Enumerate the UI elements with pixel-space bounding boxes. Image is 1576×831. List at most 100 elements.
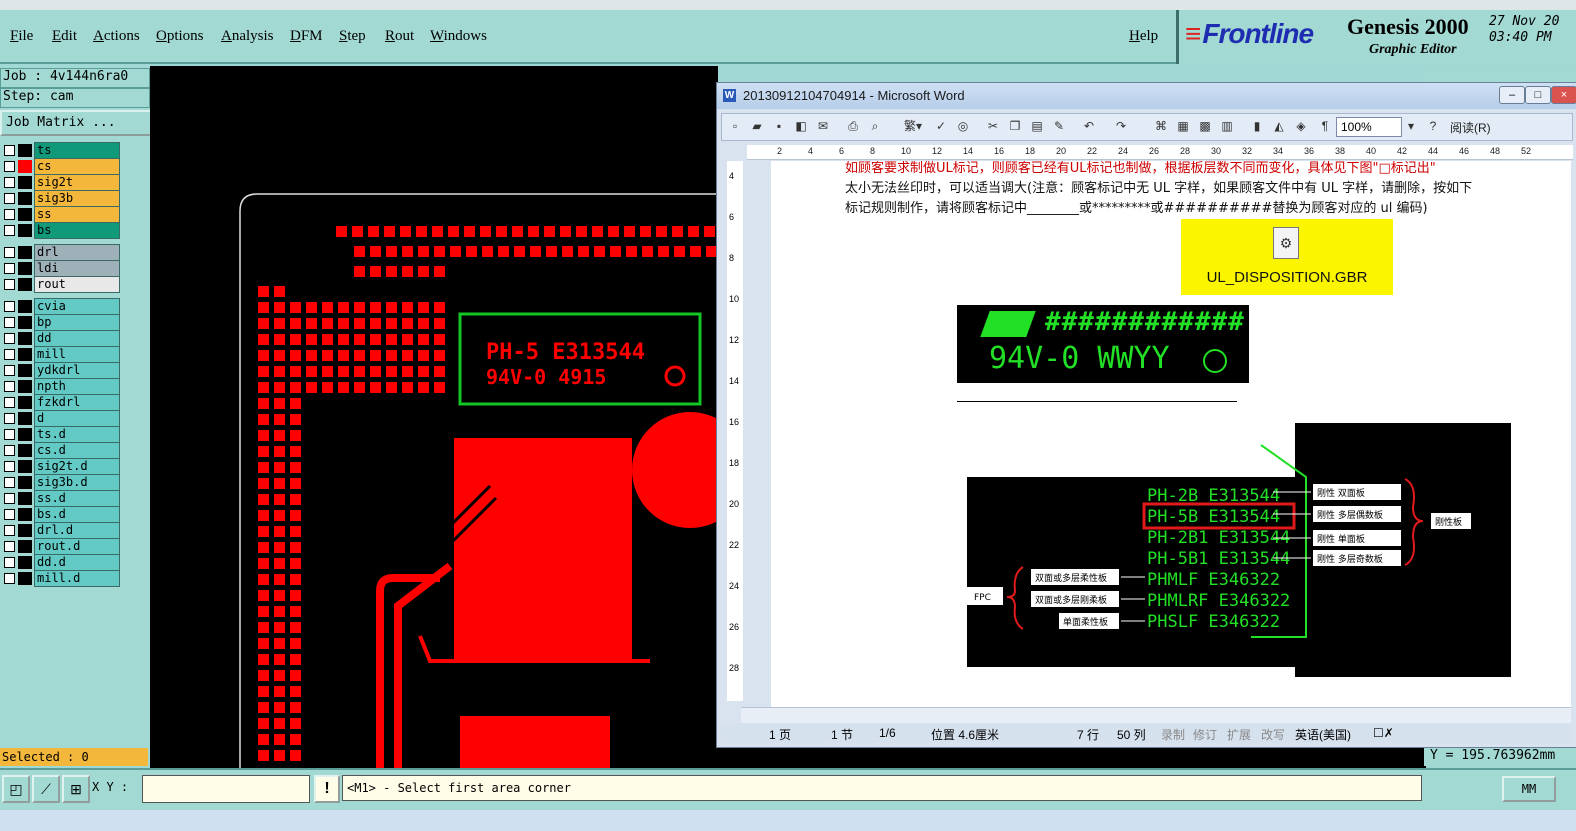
graphic-canvas[interactable]: PH-5 E313544 94V-0 4915 [150,66,718,768]
layer-checkbox[interactable] [4,301,15,312]
document-page[interactable]: 如顾客要求制做UL标记，则顾客已经有UL标记也制做，根据板层数不同而变化，具体见… [771,161,1571,707]
maximize-button[interactable]: □ [1525,86,1551,104]
permission-icon[interactable]: ◧ [794,119,808,133]
layer-color-swatch[interactable] [18,556,32,569]
spelling-status-icon[interactable]: ☐✗ [1373,726,1394,740]
layer-row-dd[interactable]: dd [0,330,124,347]
layer-name[interactable]: ydkdrl [34,362,120,379]
layer-row-ydkdrl[interactable]: ydkdrl [0,362,124,379]
help-icon[interactable]: ? [1426,119,1440,133]
save-icon[interactable]: ▪ [772,119,786,133]
layer-color-swatch[interactable] [18,492,32,505]
layer-row-ts[interactable]: ts [0,142,124,159]
cut-icon[interactable]: ✂ [986,119,1000,133]
hyperlink-icon[interactable]: ⌘ [1154,119,1168,133]
layer-checkbox[interactable] [4,477,15,488]
menu-rout[interactable]: Rout [385,28,414,45]
insert-excel-icon[interactable]: ▥ [1220,119,1234,133]
menu-edit[interactable]: Edit [52,28,77,45]
horizontal-scrollbar[interactable] [741,707,1571,724]
layer-color-swatch[interactable] [18,316,32,329]
layer-row-ss[interactable]: ss [0,206,124,223]
traditional-chinese-icon[interactable]: 繁▾ [898,119,928,133]
tables-borders-icon[interactable]: ▦ [1176,119,1190,133]
zoom-select[interactable]: 100% [1336,117,1402,137]
layer-color-swatch[interactable] [18,572,32,585]
layer-row-cs[interactable]: cs [0,158,124,175]
layer-color-swatch[interactable] [18,176,32,189]
print-preview-icon[interactable]: ⌕ [868,119,882,133]
document-map-icon[interactable]: ◈ [1294,119,1308,133]
menu-options[interactable]: Options [156,28,204,45]
layer-row-ss-d[interactable]: ss.d [0,490,124,507]
layer-row-fzkdrl[interactable]: fzkdrl [0,394,124,411]
layer-checkbox[interactable] [4,381,15,392]
horizontal-ruler[interactable]: 2 4 6 8 10 12 14 16 18 20 22 24 26 28 30 32 34 36 38 40 42 44… [747,145,1573,160]
menu-step[interactable]: Step [339,28,366,45]
layer-row-drl[interactable]: drl [0,244,124,261]
layer-color-swatch[interactable] [18,332,32,345]
zoom-dropdown-icon[interactable]: ▾ [1404,119,1418,133]
word-window[interactable]: W 20130912104704914 - Microsoft Word – □… [716,82,1576,748]
layer-name[interactable]: npth [34,378,120,395]
layer-checkbox[interactable] [4,445,15,456]
read-mode-button[interactable]: 阅读(R) [1450,119,1491,136]
word-titlebar[interactable]: W 20130912104704914 - Microsoft Word – □… [717,83,1576,109]
layer-row-ts-d[interactable]: ts.d [0,426,124,443]
layer-checkbox[interactable] [4,413,15,424]
redo-icon[interactable]: ↷ [1114,119,1128,133]
layer-name[interactable]: ss [34,206,120,223]
layer-name[interactable]: ts.d [34,426,120,443]
layer-row-d[interactable]: d [0,410,124,427]
minimize-button[interactable]: – [1499,86,1525,104]
layer-row-cs-d[interactable]: cs.d [0,442,124,459]
layer-name[interactable]: sig2t.d [34,458,120,475]
status-language[interactable]: 英语(美国) [1295,726,1351,743]
warning-icon[interactable]: ! [314,775,340,803]
layer-checkbox[interactable] [4,509,15,520]
status-ext[interactable]: 扩展 [1227,726,1251,743]
layer-color-swatch[interactable] [18,160,32,173]
layer-name[interactable]: cvia [34,298,120,315]
print-icon[interactable]: ⎙ [846,119,860,133]
undo-icon[interactable]: ↶ [1082,119,1096,133]
layer-color-swatch[interactable] [18,246,32,259]
measure-icon[interactable]: ⟋ [32,775,60,803]
layer-row-ldi[interactable]: ldi [0,260,124,277]
layer-name[interactable]: bs [34,222,120,239]
layer-row-mill[interactable]: mill [0,346,124,363]
layer-checkbox[interactable] [4,557,15,568]
layer-row-bs-d[interactable]: bs.d [0,506,124,523]
layer-row-cvia[interactable]: cvia [0,298,124,315]
layer-color-swatch[interactable] [18,300,32,313]
copy-icon[interactable]: ❐ [1008,119,1022,133]
layer-color-swatch[interactable] [18,428,32,441]
layer-checkbox[interactable] [4,225,15,236]
job-matrix-button[interactable]: Job Matrix ... [0,110,152,136]
layer-row-sig2t[interactable]: sig2t [0,174,124,191]
layer-row-mill-d[interactable]: mill.d [0,570,124,587]
layer-name[interactable]: sig3b.d [34,474,120,491]
layer-checkbox[interactable] [4,365,15,376]
layer-row-sig3b-d[interactable]: sig3b.d [0,474,124,491]
layer-checkbox[interactable] [4,541,15,552]
layer-checkbox[interactable] [4,317,15,328]
layer-row-dd-d[interactable]: dd.d [0,554,124,571]
layer-color-swatch[interactable] [18,540,32,553]
layer-color-swatch[interactable] [18,278,32,291]
layer-checkbox[interactable] [4,263,15,274]
layer-name[interactable]: cs.d [34,442,120,459]
layer-checkbox[interactable] [4,209,15,220]
layer-name[interactable]: sig3b [34,190,120,207]
status-rec[interactable]: 录制 [1161,726,1185,743]
layer-name[interactable]: bp [34,314,120,331]
layer-color-swatch[interactable] [18,444,32,457]
layer-row-bp[interactable]: bp [0,314,124,331]
spelling-icon[interactable]: ✓ [934,119,948,133]
layer-checkbox[interactable] [4,397,15,408]
layer-color-swatch[interactable] [18,508,32,521]
layer-checkbox[interactable] [4,333,15,344]
layer-name[interactable]: rout [34,276,120,293]
layer-checkbox[interactable] [4,145,15,156]
layer-name[interactable]: rout.d [34,538,120,555]
